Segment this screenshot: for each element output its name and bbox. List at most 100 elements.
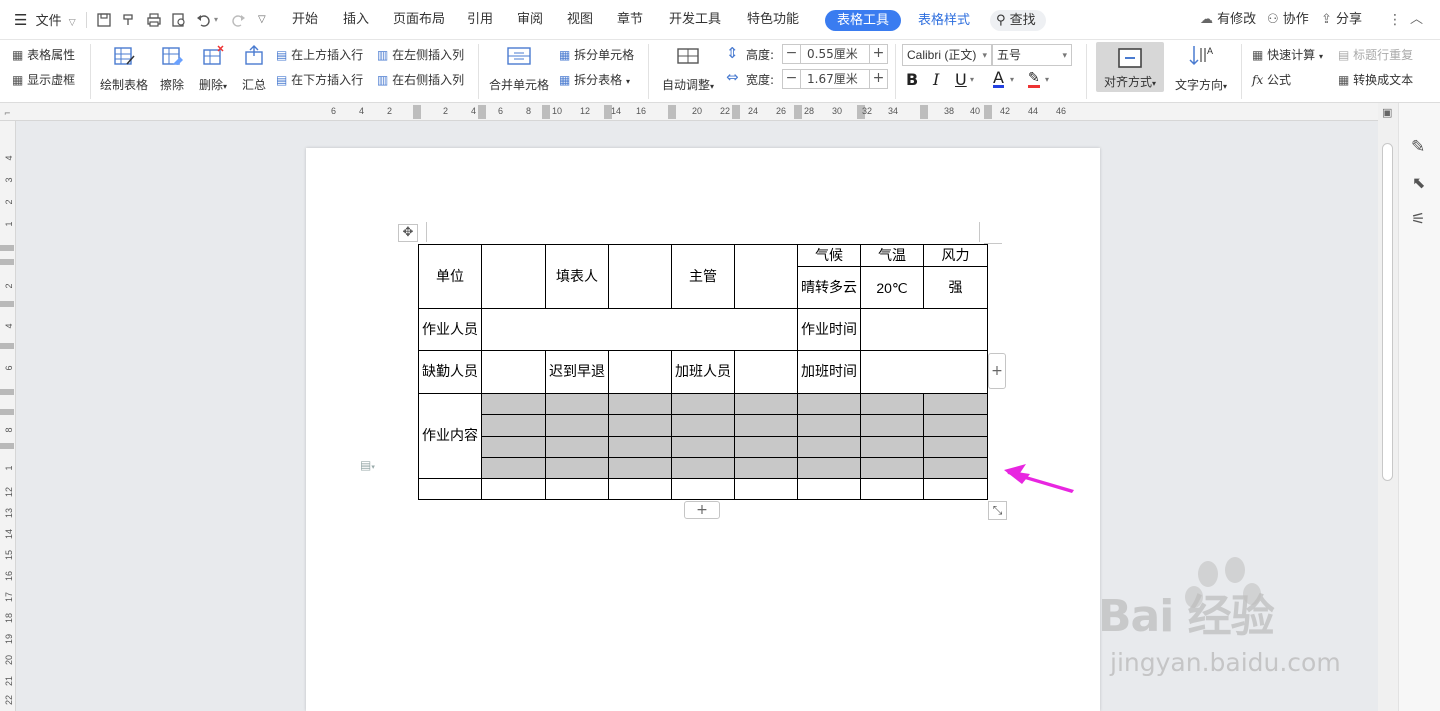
table-move-handle[interactable]: ✥ [398, 224, 418, 242]
table-cell[interactable]: 加班人员 [671, 350, 735, 394]
selected-cell[interactable] [797, 436, 861, 458]
insert-row-above-button[interactable]: ▤ 在上方插入行 [276, 47, 363, 63]
selected-cell[interactable] [923, 393, 988, 415]
settings-sliders-icon[interactable]: ⚟ [1411, 209, 1425, 228]
more-icon[interactable]: ⋮ [1388, 0, 1402, 40]
table-cell[interactable] [734, 478, 798, 500]
table-properties-button[interactable]: ▦ 表格属性 [12, 47, 75, 63]
table-cell[interactable] [734, 244, 798, 309]
column-marker[interactable] [413, 105, 421, 119]
selected-cell[interactable] [608, 393, 672, 415]
table-cell[interactable]: 单位 [418, 244, 482, 309]
tab-developer[interactable]: 开发工具 [669, 0, 721, 40]
table-cell[interactable]: 风力 [923, 244, 988, 267]
search-box[interactable]: ⚲ 查找 [990, 10, 1046, 31]
row-marker[interactable] [0, 343, 14, 349]
column-width-input[interactable]: − 1.67厘米 + [782, 69, 888, 89]
table-cell[interactable]: 气候 [797, 244, 861, 267]
delete-button[interactable]: 删除▾ [196, 44, 230, 95]
column-marker[interactable] [984, 105, 992, 119]
tab-features[interactable]: 特色功能 [747, 0, 799, 40]
chevron-down-icon[interactable]: ▾ [970, 70, 974, 90]
selected-cell[interactable] [734, 457, 798, 479]
tab-review[interactable]: 审阅 [517, 0, 543, 40]
add-column-button[interactable]: + [988, 353, 1006, 389]
table-cell[interactable] [481, 350, 546, 394]
insert-col-right-button[interactable]: ▥ 在右侧插入列 [377, 72, 464, 88]
table-cell[interactable] [481, 308, 798, 351]
collaborate-button[interactable]: ⚇ 协作 [1267, 0, 1309, 40]
split-cell-button[interactable]: ▦ 拆分单元格 [559, 47, 634, 63]
table-cell[interactable] [608, 350, 672, 394]
insert-col-left-button[interactable]: ▥ 在左侧插入列 [377, 47, 464, 63]
tab-section[interactable]: 章节 [617, 0, 643, 40]
table-cell[interactable] [923, 478, 988, 500]
font-size-select[interactable]: 五号 ▾ [992, 44, 1072, 66]
selected-cell[interactable] [608, 436, 672, 458]
selected-cell[interactable] [923, 436, 988, 458]
horizontal-ruler[interactable]: ⌐ 6 4 2 2 4 6 8 10 12 14 16 20 22 24 26 … [0, 103, 1440, 121]
tab-page-layout[interactable]: 页面布局 [393, 0, 445, 40]
selected-cell[interactable] [797, 457, 861, 479]
table-cell[interactable]: 20℃ [860, 266, 924, 309]
print-preview-icon[interactable] [171, 12, 187, 28]
customize-toolbar-icon[interactable]: ▽ [258, 0, 266, 40]
scroll-top-icon[interactable]: ▣ [1382, 106, 1392, 119]
print-icon[interactable] [146, 12, 162, 28]
selected-cell[interactable] [734, 436, 798, 458]
selected-cell[interactable] [481, 457, 546, 479]
table-cell[interactable] [608, 244, 672, 309]
tab-view[interactable]: 视图 [567, 0, 593, 40]
table-cell[interactable]: 作业时间 [797, 308, 861, 351]
table-cell[interactable] [671, 478, 735, 500]
tab-insert[interactable]: 插入 [343, 0, 369, 40]
paragraph-options-button[interactable]: ▤▾ [360, 458, 375, 472]
redo-icon[interactable] [230, 12, 246, 28]
insert-row-below-button[interactable]: ▤ 在下方插入行 [276, 72, 363, 88]
table-cell[interactable]: 作业人员 [418, 308, 482, 351]
draw-table-button[interactable]: 绘制表格 [100, 44, 148, 93]
column-marker[interactable] [920, 105, 928, 119]
selected-cell[interactable] [860, 436, 924, 458]
row-marker[interactable] [0, 259, 14, 265]
table-cell[interactable] [481, 244, 546, 309]
repeat-header-button[interactable]: ▤ 标题行重复 [1338, 47, 1413, 63]
selected-cell[interactable] [671, 436, 735, 458]
table-resize-handle[interactable]: ⤡ [988, 501, 1007, 520]
text-direction-button[interactable]: A 文字方向▾ [1172, 44, 1230, 95]
undo-dropdown-icon[interactable]: ▾ [214, 0, 218, 40]
row-marker[interactable] [0, 409, 14, 415]
table-cell[interactable] [860, 350, 988, 394]
file-menu[interactable]: ☰ 文件 ▽ [14, 0, 76, 40]
tab-table-style[interactable]: 表格样式 [906, 10, 982, 31]
merge-cells-button[interactable]: 合并单元格 [488, 44, 550, 93]
selected-cell[interactable] [545, 436, 609, 458]
add-row-button[interactable]: + [684, 501, 720, 519]
vertical-ruler[interactable]: 4 3 2 1 2 4 6 8 1 12 13 14 15 16 17 18 1… [0, 121, 16, 711]
selected-cell[interactable] [797, 393, 861, 415]
table-cell[interactable]: 填表人 [545, 244, 609, 309]
row-marker[interactable] [0, 443, 14, 449]
column-marker[interactable] [732, 105, 740, 119]
selected-cell[interactable] [860, 393, 924, 415]
cursor-icon[interactable]: ⬉ [1412, 173, 1425, 192]
selected-cell[interactable] [545, 457, 609, 479]
selected-cell[interactable] [923, 414, 988, 437]
selected-cell[interactable] [734, 414, 798, 437]
collapse-ribbon-icon[interactable]: ︿ [1410, 0, 1423, 40]
underline-icon[interactable]: U [955, 70, 967, 90]
column-marker[interactable] [794, 105, 802, 119]
table-cell[interactable]: 晴转多云 [797, 266, 861, 309]
table-cell[interactable]: 强 [923, 266, 988, 309]
summary-button[interactable]: 汇总 [240, 44, 268, 93]
row-marker[interactable] [0, 301, 14, 307]
pen-icon[interactable]: ✎ [1411, 137, 1425, 157]
selected-cell[interactable] [545, 393, 609, 415]
selected-cell[interactable] [860, 414, 924, 437]
undo-icon[interactable] [196, 12, 212, 28]
selected-cell[interactable] [608, 457, 672, 479]
erase-button[interactable]: 擦除 [158, 44, 186, 93]
autofit-button[interactable]: 自动调整▾ [658, 44, 718, 95]
table-cell[interactable] [481, 478, 546, 500]
selected-cell[interactable] [671, 457, 735, 479]
